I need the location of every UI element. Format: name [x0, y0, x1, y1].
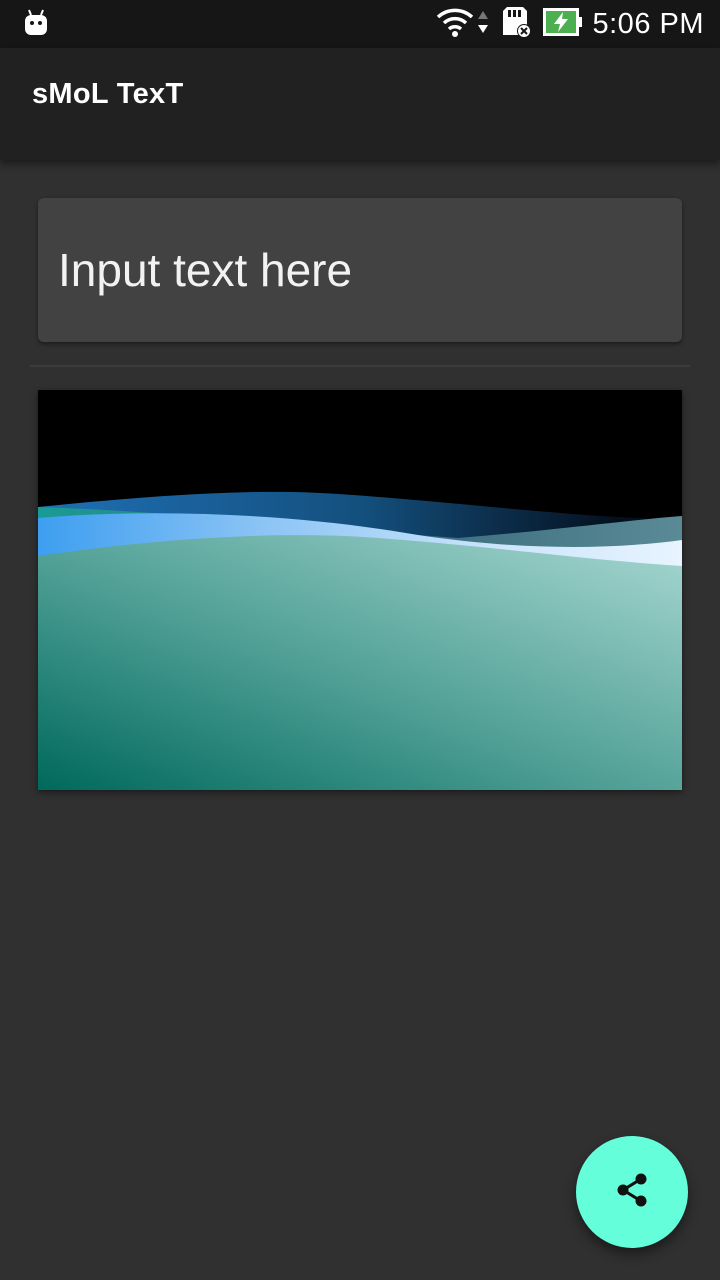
share-button[interactable]	[576, 1136, 688, 1248]
input-card	[38, 198, 682, 342]
divider	[30, 365, 690, 367]
text-input[interactable]	[38, 198, 682, 342]
app-title: sMoL TexT	[32, 78, 184, 110]
data-arrows-icon	[477, 8, 489, 41]
android-notification-icon	[22, 8, 50, 43]
app-bar: sMoL TexT	[0, 48, 720, 160]
battery-charging-icon	[542, 7, 583, 41]
wave-wallpaper-image	[38, 390, 682, 790]
sd-card-icon	[499, 5, 533, 44]
status-icons: 5:06 PM	[425, 0, 705, 48]
status-time: 5:06 PM	[592, 7, 704, 40]
share-icon	[612, 1170, 652, 1215]
status-bar: 5:06 PM	[0, 0, 720, 48]
wifi-icon	[435, 6, 475, 43]
